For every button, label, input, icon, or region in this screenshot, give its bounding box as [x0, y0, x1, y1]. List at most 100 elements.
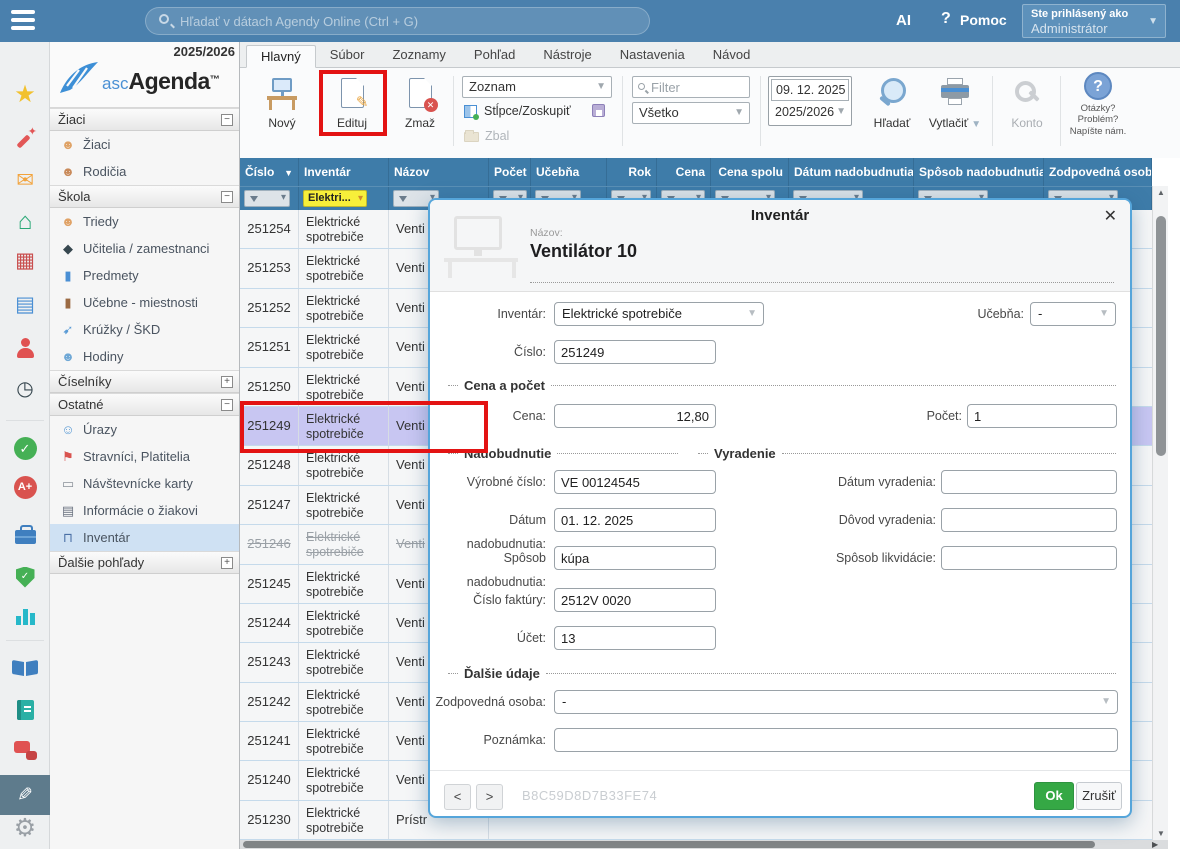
- col-header-pocet[interactable]: Počet: [489, 158, 531, 186]
- cena-input[interactable]: [554, 404, 716, 428]
- filter-input[interactable]: [651, 78, 746, 96]
- col-header-cena-spolu[interactable]: Cena spolu: [711, 158, 789, 186]
- sposob-likvidacie-input[interactable]: [941, 546, 1117, 570]
- account-button[interactable]: Konto: [1000, 74, 1054, 130]
- global-search-input[interactable]: [180, 8, 640, 34]
- library-book-icon[interactable]: [0, 648, 50, 688]
- cislo-input[interactable]: [554, 340, 716, 364]
- new-button[interactable]: Nový: [254, 74, 310, 130]
- sposob-nadobudnutia-input[interactable]: [554, 546, 716, 570]
- sidebar-group-ciselniky[interactable]: Číselníky+: [50, 370, 239, 393]
- col-header-cislo[interactable]: ▼Číslo: [240, 158, 299, 186]
- poznamka-input[interactable]: [554, 728, 1118, 752]
- calendar-clock-icon[interactable]: ◷: [0, 368, 50, 408]
- sidebar-item-hodiny[interactable]: ☻Hodiny: [50, 343, 239, 370]
- sidebar-item-ucitelia[interactable]: ◆Učitelia / zamestnanci: [50, 235, 239, 262]
- documents-icon[interactable]: [0, 690, 50, 730]
- hamburger-menu-icon[interactable]: [11, 10, 37, 32]
- horizontal-scrollbar[interactable]: ▶: [240, 840, 1168, 849]
- filter-box[interactable]: [632, 76, 750, 98]
- col-header-ucebna[interactable]: Učebňa: [531, 158, 607, 186]
- tab-zoznamy[interactable]: Zoznamy: [378, 44, 459, 67]
- sidebar-item-inventar[interactable]: ⊓Inventár: [50, 524, 239, 551]
- sidebar-item-informacie[interactable]: ▤Informácie o žiakovi: [50, 497, 239, 524]
- name-value[interactable]: Ventilátor 10: [530, 241, 637, 262]
- global-search[interactable]: [145, 7, 650, 35]
- briefcase-icon[interactable]: [0, 514, 50, 554]
- check-circle-icon[interactable]: ✓: [0, 428, 50, 468]
- expand-chevron-icon[interactable]: ❯: [0, 844, 50, 849]
- cancel-button[interactable]: Zrušiť: [1076, 782, 1122, 810]
- ucet-input[interactable]: [554, 626, 716, 650]
- grades-a-plus-icon[interactable]: A+: [0, 467, 50, 507]
- inventar-dropdown[interactable]: Elektrické spotrebiče▼: [554, 302, 764, 326]
- col-header-cena[interactable]: Cena: [657, 158, 711, 186]
- sidebar-item-navstevnicke-karty[interactable]: ▭Návštevnícke karty: [50, 470, 239, 497]
- scroll-up-icon[interactable]: ▲: [1153, 188, 1169, 197]
- col-header-inventar[interactable]: Inventár: [299, 158, 389, 186]
- cislo-faktury-input[interactable]: [554, 588, 716, 612]
- scope-dropdown[interactable]: Všetko▼: [632, 102, 750, 124]
- sidebar-group-dalsie-pohlady[interactable]: Ďalšie pohľady+: [50, 551, 239, 574]
- tab-navod[interactable]: Návod: [699, 44, 765, 67]
- sidebar-item-rodicia[interactable]: ☻Rodičia: [50, 158, 239, 185]
- tab-nastroje[interactable]: Nástroje: [529, 44, 605, 67]
- ok-button[interactable]: Ok: [1034, 782, 1074, 810]
- print-button[interactable]: Vytlačiť▼: [924, 74, 986, 130]
- expand-toggle-icon[interactable]: +: [221, 557, 233, 569]
- date-field[interactable]: 09. 12. 2025: [771, 79, 849, 101]
- settings-gear-icon[interactable]: ⚙: [0, 808, 50, 848]
- col-header-rok[interactable]: Rok: [607, 158, 657, 186]
- tab-hlavny[interactable]: Hlavný: [246, 45, 316, 68]
- collapse-toggle-icon[interactable]: −: [221, 114, 233, 126]
- col-header-zodpovedna-osoba[interactable]: Zodpovedná osoba: [1044, 158, 1152, 186]
- tab-nastavenia[interactable]: Nastavenia: [606, 44, 699, 67]
- help-button[interactable]: Pomoc: [960, 12, 1007, 28]
- columns-group-button[interactable]: Stĺpce/Zoskupiť: [484, 104, 571, 118]
- dovod-vyradenia-input[interactable]: [941, 508, 1117, 532]
- person-icon[interactable]: [0, 328, 50, 368]
- sidebar-item-kruzky[interactable]: ➹Krúžky / ŠKD: [50, 316, 239, 343]
- filter-chip-inventar[interactable]: Elektri...▾: [303, 190, 367, 207]
- messages-chat-icon[interactable]: [0, 730, 50, 770]
- tab-subor[interactable]: Súbor: [316, 44, 379, 67]
- ai-button[interactable]: AI: [896, 12, 911, 29]
- sidebar-item-stravnici[interactable]: ⚑Stravníci, Platitelia: [50, 443, 239, 470]
- shield-check-icon[interactable]: ✓: [0, 557, 50, 597]
- timetable-grid-icon[interactable]: ▦: [0, 240, 50, 280]
- col-header-datum-nadobudnutia[interactable]: Dátum nadobudnutia: [789, 158, 914, 186]
- favorites-star-icon[interactable]: ★: [0, 74, 50, 114]
- questions-help-button[interactable]: ? Otázky?Problém?Napíšte nám.: [1066, 72, 1130, 137]
- ucebna-dropdown[interactable]: -▼: [1030, 302, 1116, 326]
- user-menu[interactable]: Ste prihlásený ako Administrátor ▼: [1022, 4, 1166, 38]
- pocet-input[interactable]: [967, 404, 1117, 428]
- magic-wand-icon[interactable]: [0, 120, 50, 160]
- vertical-scrollbar-thumb[interactable]: [1156, 216, 1166, 456]
- vyrobne-cislo-input[interactable]: [554, 470, 716, 494]
- home-icon[interactable]: ⌂: [0, 202, 50, 242]
- collapse-button[interactable]: Zbal: [485, 129, 509, 143]
- edit-button[interactable]: ✎ Edituj: [324, 74, 380, 130]
- search-button[interactable]: Hľadať: [864, 74, 920, 130]
- sidebar-item-ziaci[interactable]: ☻Žiaci: [50, 131, 239, 158]
- statistics-chart-icon[interactable]: [0, 596, 50, 636]
- save-layout-icon[interactable]: [592, 104, 605, 117]
- sidebar-group-ostatne[interactable]: Ostatné−: [50, 393, 239, 416]
- horizontal-scrollbar-thumb[interactable]: [243, 841, 1095, 848]
- sidebar-group-skola[interactable]: Škola−: [50, 185, 239, 208]
- datum-nadobudnutia-input[interactable]: [554, 508, 716, 532]
- datum-vyradenia-input[interactable]: [941, 470, 1117, 494]
- gradebook-icon[interactable]: ▤: [0, 284, 50, 324]
- sidebar-item-urazy[interactable]: ☺Úrazy: [50, 416, 239, 443]
- sidebar-item-predmety[interactable]: ▮Predmety: [50, 262, 239, 289]
- filter-dropdown-cislo[interactable]: [244, 190, 290, 207]
- school-year-dropdown[interactable]: 2025/2026▼: [771, 101, 849, 123]
- expand-toggle-icon[interactable]: +: [221, 376, 233, 388]
- prev-record-button[interactable]: <: [444, 784, 471, 810]
- scroll-right-icon[interactable]: ▶: [1152, 840, 1158, 849]
- delete-button[interactable]: ✕ Zmaž: [394, 74, 446, 130]
- next-record-button[interactable]: >: [476, 784, 503, 810]
- col-header-nazov[interactable]: Názov: [389, 158, 489, 186]
- collapse-toggle-icon[interactable]: −: [221, 399, 233, 411]
- collapse-toggle-icon[interactable]: −: [221, 191, 233, 203]
